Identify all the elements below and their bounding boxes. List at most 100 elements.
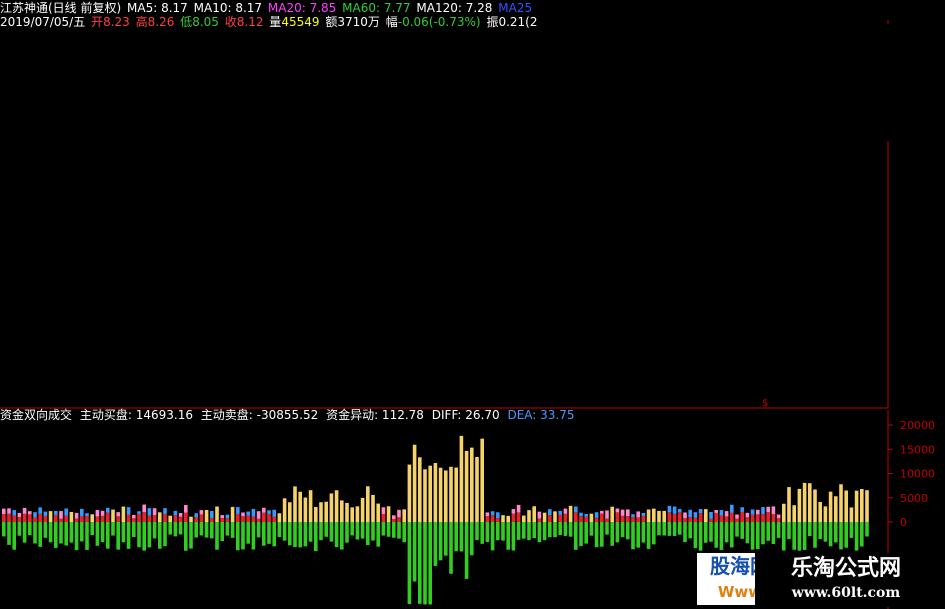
ma10-value: MA10: 8.17 <box>193 1 263 15</box>
flow-bar <box>392 519 396 522</box>
sell-bar <box>730 522 734 548</box>
buy-bar <box>865 490 869 522</box>
sell-bar <box>376 522 380 547</box>
sell-bar <box>527 522 531 541</box>
flow-bar-top <box>33 512 37 518</box>
flow-bar-top <box>22 507 27 514</box>
flow-bar <box>142 512 146 522</box>
sell-bar <box>230 522 235 538</box>
sell-bar <box>121 522 126 543</box>
flow-bar-top <box>719 510 724 516</box>
sell-bar <box>225 522 230 536</box>
sell-bar <box>220 522 224 542</box>
flow-bar-top <box>641 512 646 516</box>
buy-bar <box>334 490 339 522</box>
sell-bar <box>282 522 287 541</box>
sell-bar <box>574 522 578 550</box>
quote-open: 开8.23 <box>91 15 130 29</box>
sell-bar <box>308 522 313 542</box>
flow-bar <box>64 515 68 522</box>
flow-bar-top <box>137 511 141 514</box>
buy-bar <box>568 505 573 522</box>
flow-bar-top <box>563 508 568 514</box>
flow-bar-top <box>672 506 677 514</box>
sell-bar <box>163 522 167 547</box>
flow-bar <box>709 518 713 522</box>
flow-bar <box>220 518 224 522</box>
quote-amount: 额3710万 <box>325 15 380 29</box>
watermark-url: www.60lt.com <box>791 585 901 601</box>
buy-bar <box>828 491 833 522</box>
sell-bar <box>85 522 89 550</box>
flow-bar-top <box>272 509 276 517</box>
flow-bar <box>236 513 240 522</box>
sell-bar <box>100 522 105 543</box>
buy-bar <box>423 469 427 522</box>
sell-bar <box>761 522 765 545</box>
buy-bar <box>121 506 126 522</box>
buy-bar <box>522 515 526 522</box>
flow-bar-top <box>178 513 183 517</box>
flow-bar <box>740 511 744 522</box>
buy-bar <box>813 489 817 522</box>
flow-bar-top <box>735 514 739 519</box>
sell-bar <box>428 522 432 605</box>
sell-bar <box>610 522 614 546</box>
flow-bar-top <box>724 511 729 517</box>
indicator-tick-label: 15000 <box>900 443 935 456</box>
change-label: 幅 <box>385 15 398 29</box>
buy-bar <box>704 509 708 522</box>
flow-bar <box>38 513 42 522</box>
sell-bar <box>314 522 318 552</box>
flow-bar-top <box>594 512 599 518</box>
quote-low: 低8.05 <box>180 15 219 29</box>
watermark-brand: 乐淘公式网 www.60lt.com <box>755 553 937 607</box>
stock-chart-window: 7.507.257.006.756.506.256.005.755.50$ 20… <box>0 0 945 609</box>
sell-bar <box>386 522 391 537</box>
header-ma-row: 江苏神通(日线 前复权) MA5: 8.17 MA10: 8.17 MA20: … <box>0 1 534 15</box>
flow-bar <box>210 518 214 522</box>
buy-bar <box>350 507 354 522</box>
buy-bar <box>844 490 848 522</box>
quote-date: 2019/07/05/五 <box>0 15 86 29</box>
buy-bar <box>340 500 344 522</box>
sell-bar <box>433 522 438 566</box>
buy-bar <box>319 502 323 522</box>
flow-bar-top <box>511 509 516 514</box>
buy-bar <box>464 450 469 522</box>
flow-bar <box>147 515 152 522</box>
ma5-value: MA5: 8.17 <box>127 1 188 15</box>
sell-bar <box>854 522 859 551</box>
flow-bar-top <box>225 514 230 519</box>
sell-bar <box>672 522 677 536</box>
buy-bar <box>298 491 302 522</box>
flow-bar-top <box>85 513 89 517</box>
flow-bar-top <box>667 505 672 513</box>
indicator-dea: DEA: 33.75 <box>507 408 575 422</box>
flow-bar <box>724 516 729 522</box>
indicator-name: 资金双向成交 <box>0 408 73 422</box>
flow-bar <box>106 512 110 522</box>
sell-bar <box>340 522 344 550</box>
flow-bar-top <box>678 509 682 513</box>
quote-high: 高8.26 <box>136 15 175 29</box>
flow-bar <box>126 514 131 522</box>
flow-bar <box>537 518 542 522</box>
buy-bar <box>527 510 531 522</box>
sell-bar <box>740 522 744 539</box>
sell-bar <box>667 522 672 536</box>
sell-bar <box>449 522 453 574</box>
buy-bar <box>204 510 209 522</box>
buy-bar <box>360 497 365 522</box>
flow-bar <box>641 515 646 522</box>
flow-bar <box>54 514 58 522</box>
flow-bar-top <box>38 507 42 514</box>
flow-bar-top <box>740 507 744 512</box>
sell-bar <box>438 522 443 561</box>
indicator-tick-label: 10000 <box>900 468 935 481</box>
sell-bar <box>152 522 157 539</box>
buy-bar <box>371 494 375 522</box>
sell-bar <box>288 522 292 546</box>
sell-bar <box>636 522 640 548</box>
flow-bar <box>636 517 640 522</box>
